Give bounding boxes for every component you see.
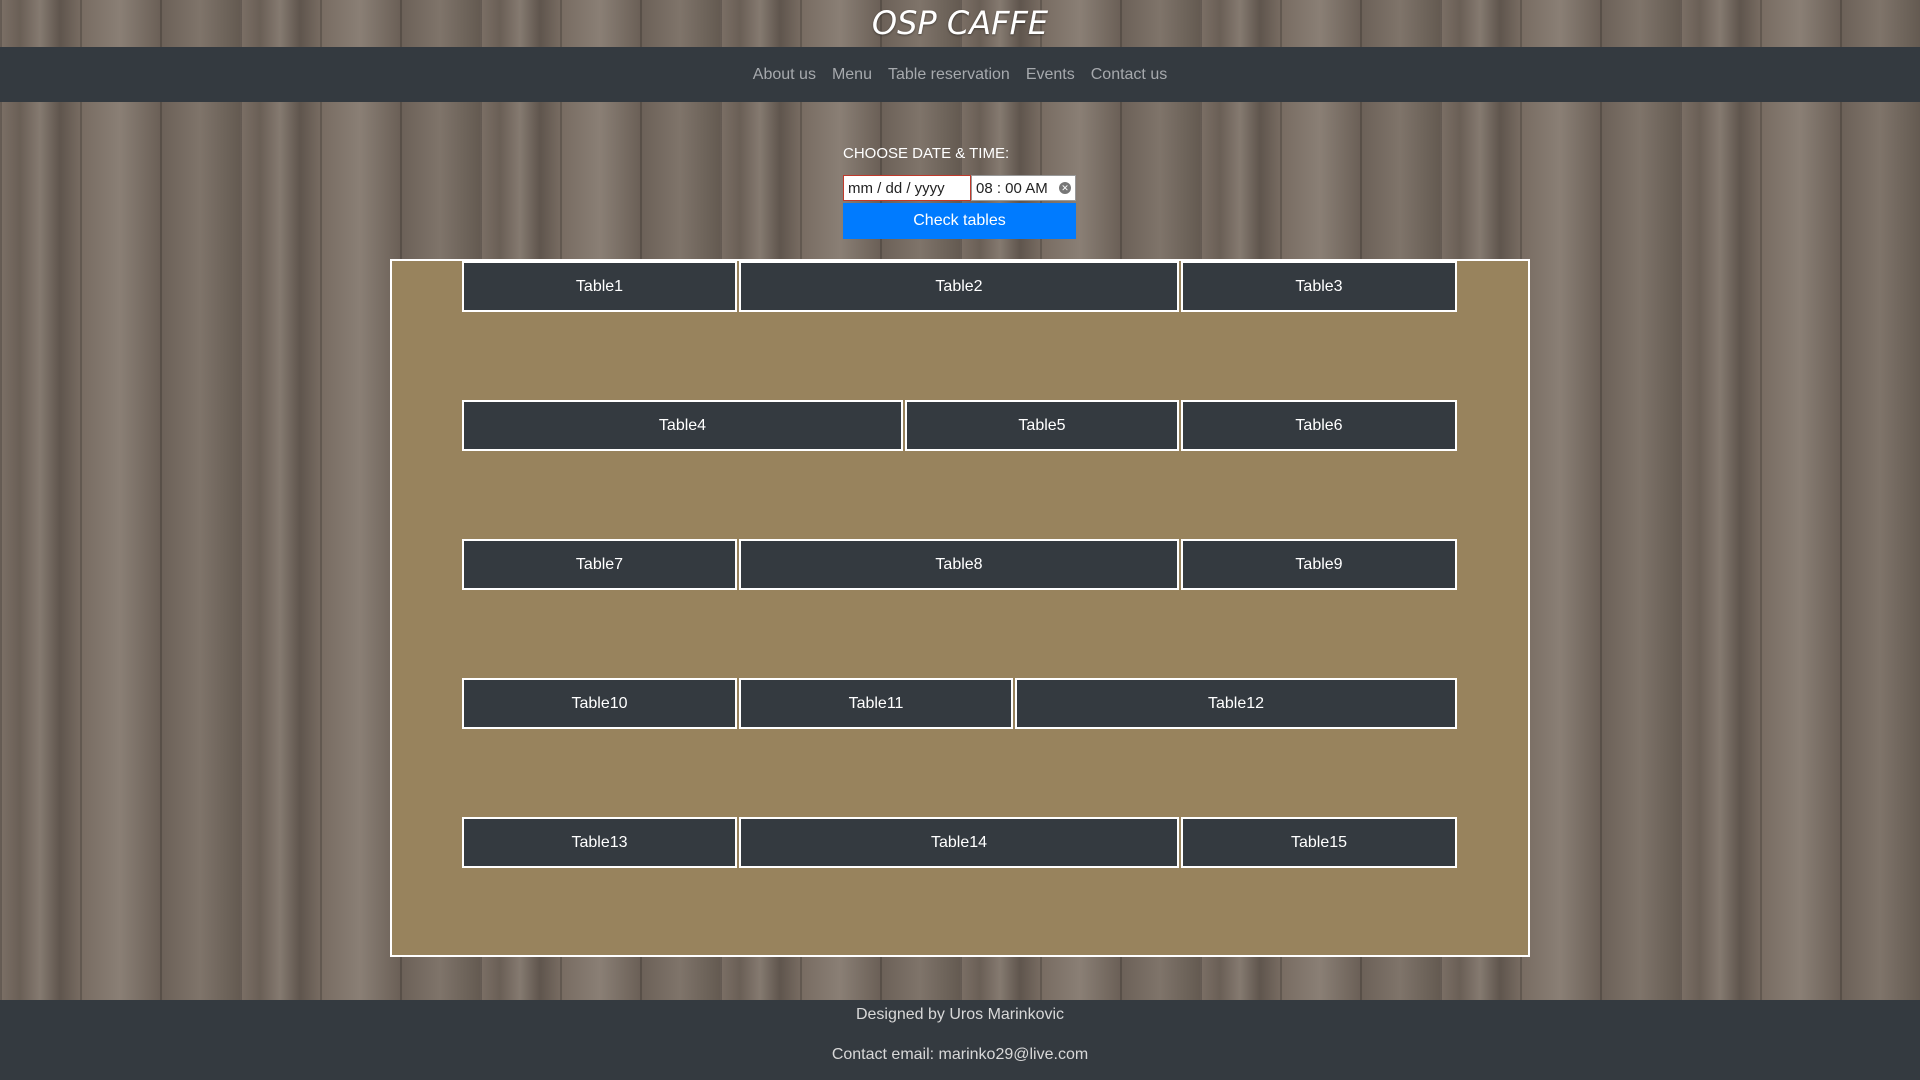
table-6-button[interactable]: Table6 [1181, 400, 1457, 451]
table-floor-plan: Table1 Table2 Table3 Table4 Table5 Table… [390, 259, 1530, 957]
table-1-button[interactable]: Table1 [462, 261, 737, 312]
table-7-button[interactable]: Table7 [462, 539, 737, 590]
table-11-button[interactable]: Table11 [739, 678, 1013, 729]
table-8-button[interactable]: Table8 [739, 539, 1179, 590]
table-row: Table4 Table5 Table6 [462, 400, 1459, 451]
time-input[interactable]: 08 : 00 AM ✕ [971, 175, 1076, 201]
table-row: Table10 Table11 Table12 [462, 678, 1459, 729]
site-title: OSP CAFFE [871, 4, 1049, 42]
nav-events[interactable]: Events [1026, 66, 1075, 84]
table-12-button[interactable]: Table12 [1015, 678, 1457, 729]
table-row: Table13 Table14 Table15 [462, 817, 1459, 868]
nav-about-us[interactable]: About us [753, 66, 816, 84]
contact-email-text: Contact email: marinko29@live.com [831, 1046, 1089, 1063]
table-10-button[interactable]: Table10 [462, 678, 737, 729]
date-time-inputs: mm / dd / yyyy 08 : 00 AM ✕ [843, 175, 1076, 203]
reservation-label: CHOOSE DATE & TIME: [843, 145, 1010, 162]
time-value: 08 : 00 AM [976, 179, 1048, 197]
nav-contact-us[interactable]: Contact us [1091, 66, 1167, 84]
table-13-button[interactable]: Table13 [462, 817, 737, 868]
nav-table-reservation[interactable]: Table reservation [888, 66, 1010, 84]
designed-by-text: Designed by Uros Marinkovic [855, 1006, 1065, 1023]
table-2-button[interactable]: Table2 [739, 261, 1179, 312]
table-15-button[interactable]: Table15 [1181, 817, 1457, 868]
page-footer: Designed by Uros Marinkovic Contact emai… [0, 1000, 1920, 1080]
table-14-button[interactable]: Table14 [739, 817, 1179, 868]
clear-icon[interactable]: ✕ [1059, 182, 1071, 194]
table-row: Table7 Table8 Table9 [462, 539, 1459, 590]
table-9-button[interactable]: Table9 [1181, 539, 1457, 590]
table-5-button[interactable]: Table5 [905, 400, 1179, 451]
check-tables-button[interactable]: Check tables [843, 203, 1076, 239]
date-input[interactable]: mm / dd / yyyy [843, 175, 971, 201]
table-4-button[interactable]: Table4 [462, 400, 903, 451]
reservation-form: CHOOSE DATE & TIME: mm / dd / yyyy 08 : … [843, 143, 1076, 239]
table-3-button[interactable]: Table3 [1181, 261, 1457, 312]
nav-menu[interactable]: Menu [832, 66, 872, 84]
table-row: Table1 Table2 Table3 [462, 261, 1459, 312]
main-navbar: About us Menu Table reservation Events C… [0, 47, 1920, 102]
